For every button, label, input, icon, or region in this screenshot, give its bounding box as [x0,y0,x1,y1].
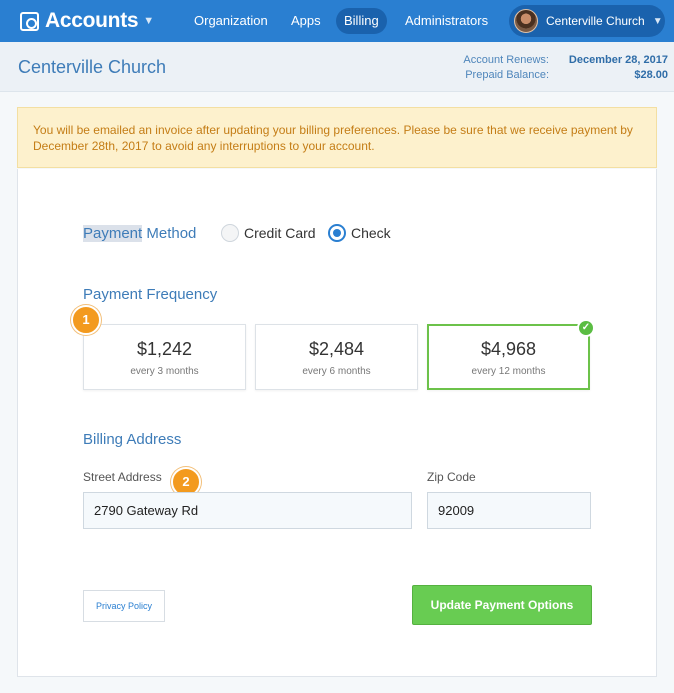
frequency-period: every 6 months [302,366,371,377]
brand[interactable]: Accounts ▼ [20,9,154,33]
renew-value: December 28, 2017 [568,54,668,66]
radio-check[interactable]: Check [328,224,391,242]
radio-checked-icon[interactable] [328,224,346,242]
frequency-amount: $2,484 [308,339,365,359]
step-badge-1: 1 [71,305,101,335]
frequency-option-12-months[interactable]: $4,968 every 12 months [427,324,590,390]
nav-administrators[interactable]: Administrators [397,8,496,34]
nav-apps[interactable]: Apps [283,8,329,34]
avatar [514,9,538,33]
billing-card: Payment Method Credit Card Check Payment… [17,169,657,677]
payment-method-label: Payment Method [83,225,196,242]
account-header: Centerville Church Account Renews: Decem… [0,42,674,92]
top-nav: Accounts ▼ Organization Apps Billing Adm… [0,0,674,42]
renew-label: Account Renews: [463,54,549,66]
billing-address-title: Billing Address [83,431,182,448]
zip-code-input[interactable] [427,492,591,529]
radio-credit-card-label: Credit Card [244,225,316,241]
radio-unchecked-icon[interactable] [221,224,239,242]
selected-check-icon: ✓ [577,319,595,337]
user-name: Centerville Church [546,14,645,28]
chevron-down-icon: ▼ [652,15,663,27]
street-address-input[interactable] [83,492,412,529]
payment-method-label-rest: Method [142,225,197,242]
update-payment-options-button[interactable]: Update Payment Options [412,585,592,625]
chevron-down-icon[interactable]: ▼ [143,15,154,27]
accounts-icon [20,11,39,31]
billing-notice: You will be emailed an invoice after upd… [17,107,657,168]
frequency-period: every 12 months [471,366,546,377]
nav-organization[interactable]: Organization [186,8,276,34]
payment-method-label-highlight: Payment [83,225,143,242]
zip-code-label: Zip Code [427,470,476,484]
frequency-amount: $4,968 [480,339,537,359]
balance-label: Prepaid Balance: [465,69,549,81]
brand-title: Accounts [45,9,139,32]
payment-frequency-title: Payment Frequency [83,286,218,303]
privacy-policy-button[interactable]: Privacy Policy [83,590,165,622]
frequency-amount: $1,242 [136,339,193,359]
user-menu[interactable]: Centerville Church ▼ [509,5,665,37]
radio-credit-card[interactable]: Credit Card [221,224,316,242]
frequency-period: every 3 months [130,366,199,377]
frequency-option-6-months[interactable]: $2,484 every 6 months [255,324,418,390]
street-address-label: Street Address [83,470,162,484]
radio-check-label: Check [351,225,391,241]
balance-value: $28.00 [634,69,668,81]
nav-billing[interactable]: Billing [336,8,387,34]
page-title: Centerville Church [18,57,167,77]
frequency-option-3-months[interactable]: $1,242 every 3 months [83,324,246,390]
